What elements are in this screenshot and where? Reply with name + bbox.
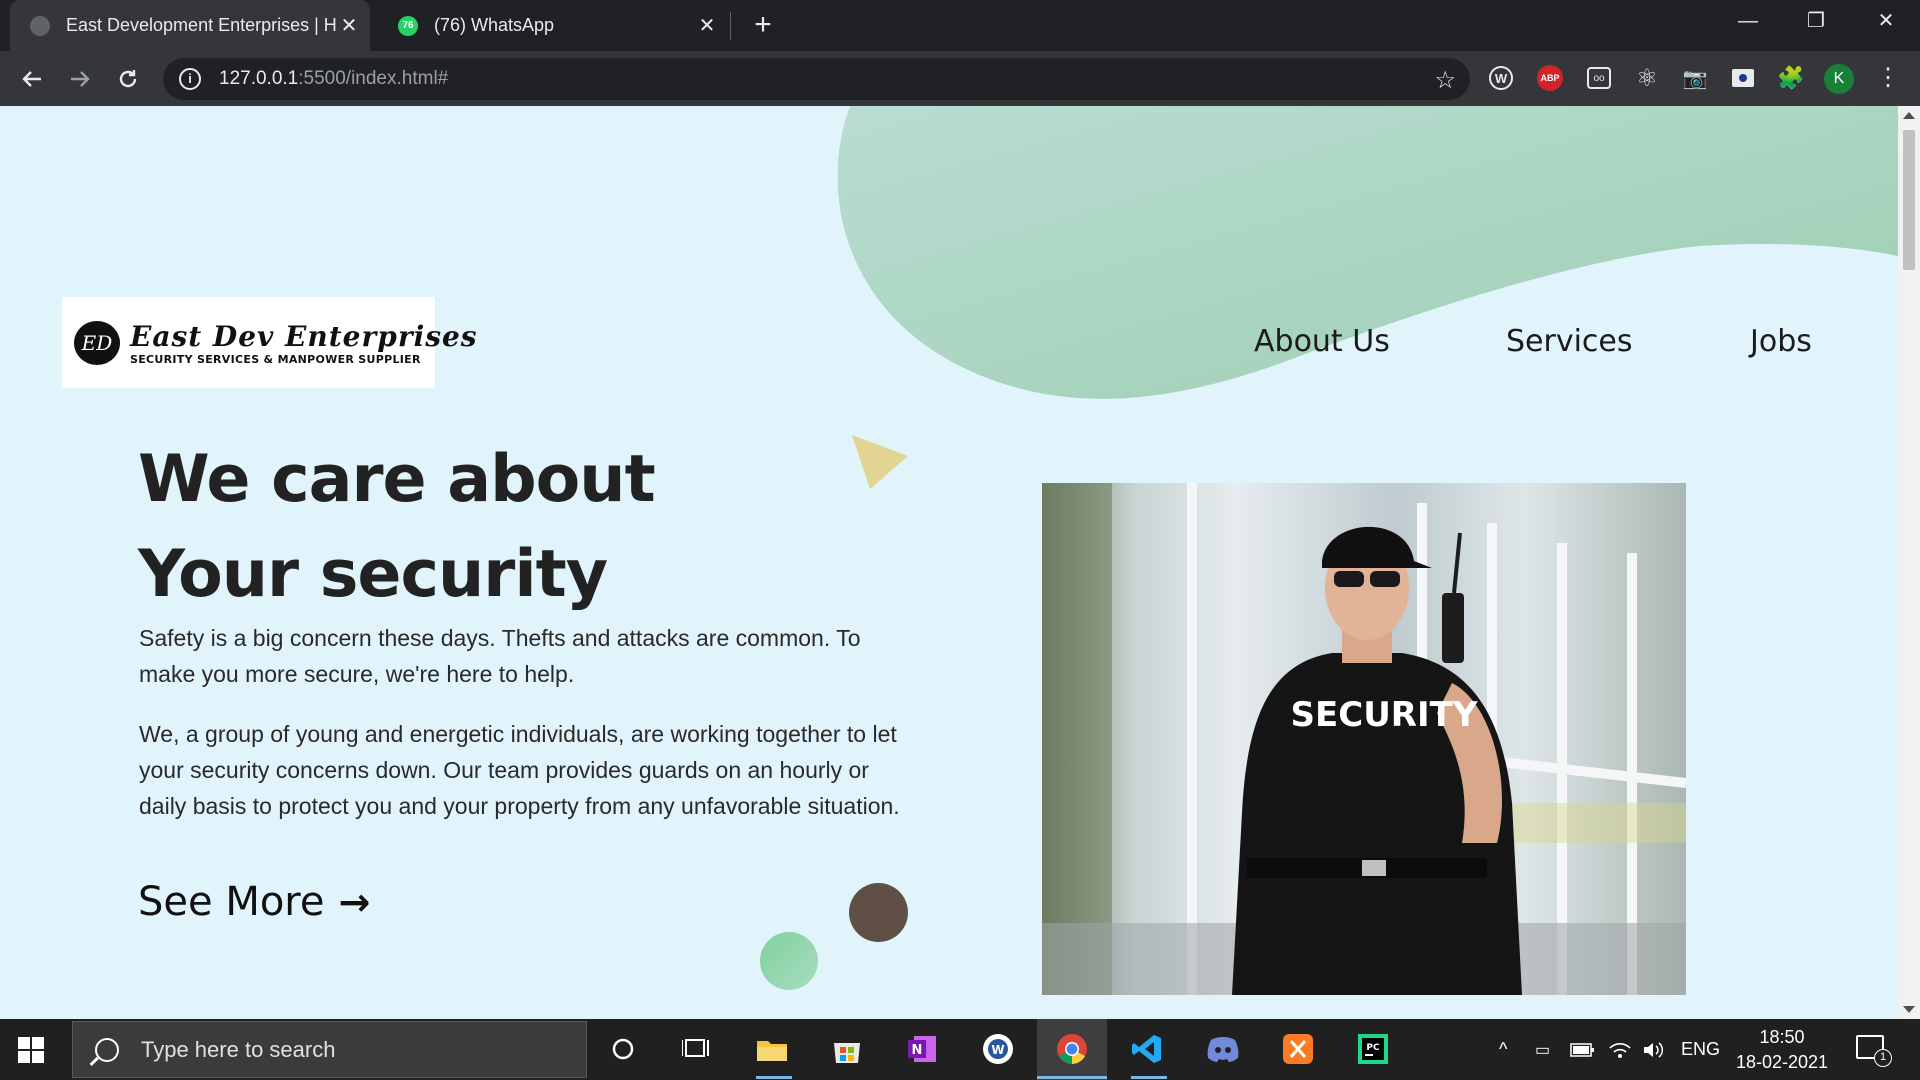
logo-name: East Dev Enterprises bbox=[130, 319, 478, 353]
logo-monogram: ED bbox=[74, 320, 120, 365]
reload-button[interactable] bbox=[108, 51, 148, 106]
microsoft-store-icon[interactable] bbox=[827, 1029, 867, 1069]
page-scrollbar[interactable] bbox=[1898, 106, 1920, 1019]
scrollbar-thumb[interactable] bbox=[1903, 130, 1915, 270]
browser-toolbar: i 127.0.0.1:5500/index.html# ☆ W ABP oo … bbox=[0, 51, 1920, 106]
scroll-up-arrow-icon[interactable] bbox=[1903, 112, 1915, 119]
nav-about-us[interactable]: About Us bbox=[1254, 324, 1390, 359]
back-button[interactable] bbox=[12, 51, 52, 106]
hero-title-line2: Your security bbox=[138, 537, 608, 612]
reload-icon bbox=[119, 69, 137, 87]
discord-icon[interactable] bbox=[1203, 1029, 1243, 1069]
decorative-dot-brown bbox=[849, 883, 908, 942]
svg-text:N: N bbox=[912, 1043, 923, 1058]
vscode-icon[interactable] bbox=[1127, 1029, 1167, 1069]
decorative-dot-green bbox=[760, 932, 818, 990]
w-extension-icon[interactable]: W bbox=[1489, 66, 1513, 90]
nav-services[interactable]: Services bbox=[1506, 324, 1633, 359]
svg-text:PC: PC bbox=[1366, 1043, 1380, 1053]
ghostery-icon[interactable]: oo bbox=[1587, 67, 1611, 89]
volume-icon[interactable] bbox=[1642, 1019, 1666, 1080]
hero-title: We care about Your security bbox=[138, 432, 656, 622]
language-indicator[interactable]: ENG bbox=[1681, 1019, 1720, 1080]
taskbar-clock[interactable]: 18:50 18-02-2021 bbox=[1730, 1025, 1834, 1075]
site-info-icon[interactable]: i bbox=[179, 68, 201, 90]
notification-count-badge: 1 bbox=[1874, 1049, 1892, 1067]
tab-separator bbox=[730, 12, 731, 40]
forward-arrow-icon bbox=[71, 70, 90, 87]
browser-tab-strip: East Development Enterprises | H ✕ 76 (7… bbox=[0, 0, 1920, 51]
hero-paragraph-1: Safety is a big concern these days. Thef… bbox=[139, 625, 861, 687]
site-logo[interactable]: ED East Dev Enterprises SECURITY SERVICE… bbox=[62, 297, 477, 388]
action-center-icon[interactable]: 1 bbox=[1856, 1035, 1892, 1067]
hero-paragraph-2: We, a group of young and energetic indiv… bbox=[139, 721, 900, 819]
chrome-menu-icon[interactable]: ⋮ bbox=[1876, 63, 1900, 92]
url-text[interactable]: 127.0.0.1:5500/index.html# bbox=[219, 68, 448, 90]
decorative-triangle bbox=[852, 435, 908, 489]
security-shirt-text: SECURITY bbox=[1291, 695, 1478, 735]
address-bar[interactable]: i 127.0.0.1:5500/index.html# ☆ bbox=[163, 58, 1470, 100]
battery-icon[interactable] bbox=[1570, 1019, 1596, 1080]
vscode-running-indicator bbox=[1131, 1076, 1167, 1079]
bookmark-star-icon[interactable]: ☆ bbox=[1434, 66, 1456, 95]
whatsapp-icon: 76 bbox=[398, 15, 418, 36]
new-tab-button[interactable]: + bbox=[748, 8, 778, 42]
word-online-icon[interactable]: W bbox=[978, 1029, 1018, 1069]
clock-date: 18-02-2021 bbox=[1735, 1052, 1829, 1072]
task-view-icon[interactable] bbox=[676, 1029, 716, 1069]
svg-text:W: W bbox=[991, 1043, 1004, 1057]
windows-start-icon[interactable] bbox=[18, 1037, 44, 1063]
extensions-puzzle-icon[interactable]: 🧩 bbox=[1776, 63, 1806, 93]
chrome-icon[interactable] bbox=[1052, 1029, 1092, 1069]
page-viewport: ED East Dev Enterprises SECURITY SERVICE… bbox=[0, 106, 1898, 1019]
see-more-button[interactable]: See More → bbox=[138, 879, 370, 925]
tab-title: (76) WhatsApp bbox=[434, 15, 555, 35]
url-path: :5500/index.html# bbox=[298, 68, 449, 89]
url-host: 127.0.0.1 bbox=[219, 68, 299, 89]
globe-icon bbox=[30, 15, 50, 36]
close-tab-icon[interactable]: ✕ bbox=[694, 13, 720, 38]
file-explorer-icon[interactable] bbox=[752, 1029, 792, 1069]
security-guard-image: SECURITY bbox=[1042, 483, 1686, 995]
pycharm-icon[interactable]: PC bbox=[1353, 1029, 1393, 1069]
react-devtools-icon[interactable]: ⚛ bbox=[1632, 63, 1662, 93]
xampp-icon[interactable] bbox=[1278, 1029, 1318, 1069]
nav-jobs[interactable]: Jobs bbox=[1750, 324, 1812, 359]
forward-button[interactable] bbox=[60, 51, 100, 106]
meet-now-icon[interactable]: ▭ bbox=[1535, 1019, 1550, 1080]
windows-taskbar: Type here to search N W PC ^ ▭ ENG 18:50… bbox=[0, 1019, 1920, 1080]
close-tab-icon[interactable]: ✕ bbox=[336, 13, 362, 38]
see-more-label: See More bbox=[138, 879, 325, 925]
onenote-icon[interactable]: N bbox=[902, 1029, 942, 1069]
close-window-button[interactable]: ✕ bbox=[1858, 0, 1914, 42]
arrow-right-icon: → bbox=[338, 880, 371, 924]
cortana-icon[interactable] bbox=[603, 1029, 643, 1069]
logo-tagline: SECURITY SERVICES & MANPOWER SUPPLIER bbox=[130, 352, 421, 366]
adblock-plus-icon[interactable]: ABP bbox=[1537, 65, 1563, 91]
wifi-icon[interactable] bbox=[1608, 1019, 1632, 1080]
restore-button[interactable]: ❐ bbox=[1788, 0, 1844, 42]
minimize-button[interactable]: — bbox=[1720, 0, 1776, 42]
taskbar-search-box[interactable]: Type here to search bbox=[72, 1021, 587, 1078]
tab-whatsapp[interactable]: 76 (76) WhatsApp ✕ bbox=[378, 0, 728, 51]
scroll-down-arrow-icon[interactable] bbox=[1903, 1006, 1915, 1013]
file-explorer-running-indicator bbox=[756, 1076, 792, 1079]
back-arrow-icon bbox=[22, 70, 41, 87]
screen-recorder-icon[interactable] bbox=[1732, 69, 1754, 87]
profile-avatar[interactable]: K bbox=[1824, 64, 1854, 94]
chrome-running-indicator bbox=[1037, 1076, 1107, 1079]
tab-title: East Development Enterprises | H bbox=[66, 15, 336, 35]
clock-time: 18:50 bbox=[1759, 1027, 1805, 1047]
show-hidden-icons[interactable]: ^ bbox=[1499, 1019, 1507, 1080]
tab-east-development[interactable]: East Development Enterprises | H ✕ bbox=[10, 0, 370, 51]
hero-title-line1: We care about bbox=[138, 442, 656, 517]
screenshot-camera-icon[interactable]: 📷 bbox=[1680, 63, 1710, 93]
search-placeholder: Type here to search bbox=[141, 1036, 336, 1062]
search-icon bbox=[95, 1037, 119, 1062]
